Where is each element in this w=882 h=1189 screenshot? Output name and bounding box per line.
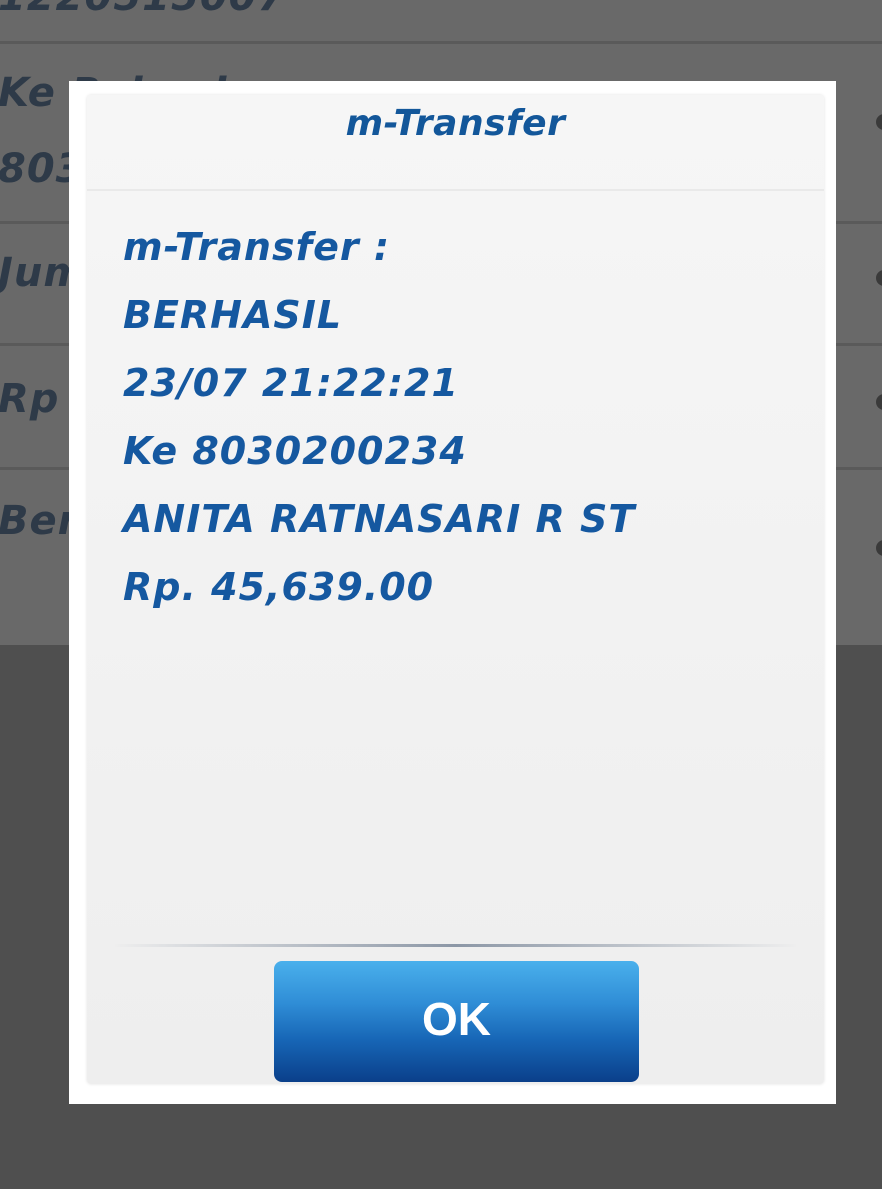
background-currency-label: Rp	[0, 376, 60, 422]
message-amount: Rp. 45,639.00	[123, 565, 435, 609]
background-row-indicator	[876, 540, 882, 556]
screen: 1220515007 Ke Rekening 8030200234 Jumlah…	[0, 0, 882, 1189]
transfer-result-dialog: m-Transfer m-Transfer : BERHASIL 23/07 2…	[87, 95, 824, 1084]
background-account-number: 1220515007	[0, 0, 286, 20]
dialog-divider	[115, 944, 796, 947]
background-row-indicator	[876, 394, 882, 410]
background-row-account: 1220515007	[0, 0, 882, 44]
ok-button[interactable]: OK	[274, 961, 639, 1082]
dialog-message: m-Transfer : BERHASIL 23/07 21:22:21 Ke …	[123, 213, 783, 621]
message-heading: m-Transfer :	[123, 225, 391, 269]
message-datetime: 23/07 21:22:21	[123, 361, 459, 405]
message-recipient-name: ANITA RATNASARI R ST	[123, 497, 636, 541]
background-row-indicator	[876, 114, 882, 130]
dialog-title: m-Transfer	[87, 95, 824, 191]
dialog-frame: m-Transfer m-Transfer : BERHASIL 23/07 2…	[69, 81, 836, 1104]
message-destination-account: Ke 8030200234	[123, 429, 467, 473]
background-row-indicator	[876, 270, 882, 286]
message-status: BERHASIL	[123, 293, 343, 337]
